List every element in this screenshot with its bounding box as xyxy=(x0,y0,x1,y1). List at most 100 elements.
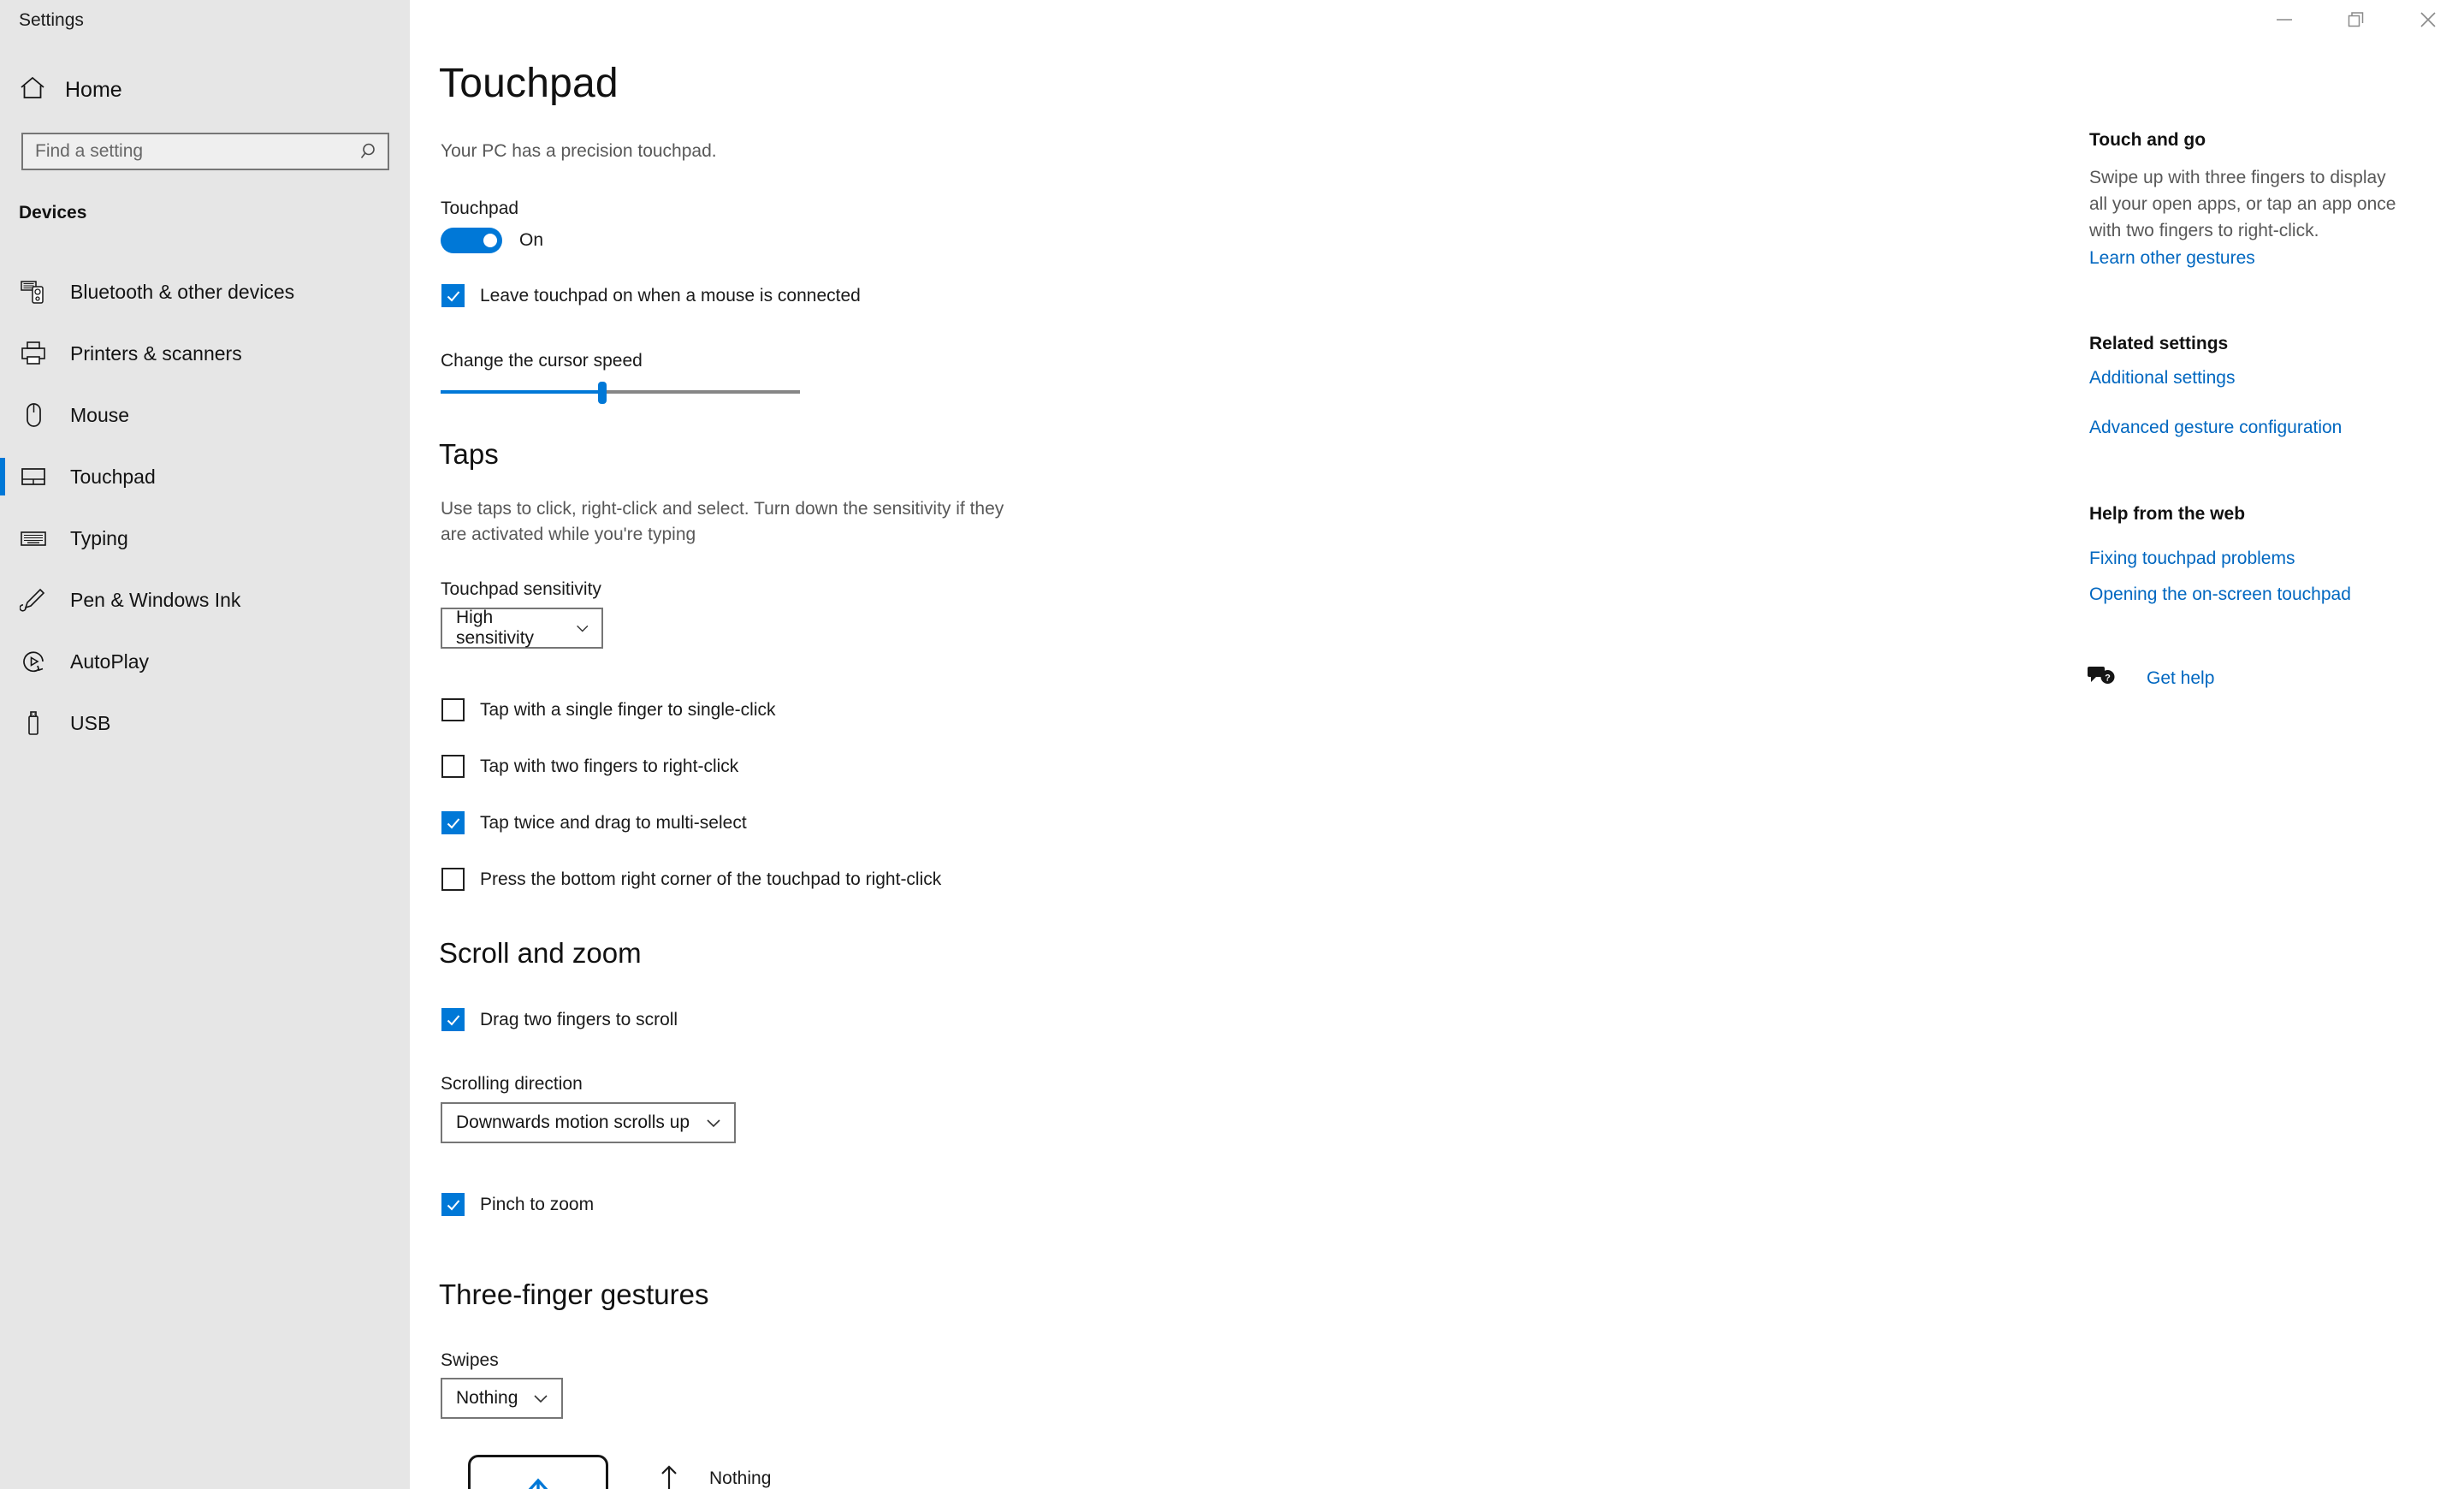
sidebar-item-label: AutoPlay xyxy=(70,650,150,673)
tap-twice-drag-checkbox-row[interactable]: Tap twice and drag to multi-select xyxy=(441,811,747,834)
search-box[interactable] xyxy=(21,133,389,170)
get-help-row[interactable]: ? Get help xyxy=(2087,663,2214,693)
minimize-button[interactable] xyxy=(2248,0,2320,39)
search-input[interactable] xyxy=(23,141,353,162)
chevron-down-icon xyxy=(576,625,588,632)
advanced-gesture-configuration-link[interactable]: Advanced gesture configuration xyxy=(2089,418,2342,438)
dropdown-value: Nothing xyxy=(456,1388,518,1408)
pinch-to-zoom-checkbox[interactable] xyxy=(441,1193,465,1216)
sidebar-item-pen-windows-ink[interactable]: Pen & Windows Ink xyxy=(0,569,410,631)
home-icon xyxy=(19,75,46,105)
swipe-legend-row: Nothing xyxy=(658,1463,771,1489)
toggle-state-label: On xyxy=(519,230,544,250)
sidebar-item-label: Touchpad xyxy=(70,465,156,488)
related-settings-heading: Related settings xyxy=(2089,334,2229,353)
checkbox-label: Leave touchpad on when a mouse is connec… xyxy=(480,285,861,306)
scroll-zoom-heading: Scroll and zoom xyxy=(439,937,642,969)
slider-fill xyxy=(441,390,602,394)
drag-two-fingers-checkbox[interactable] xyxy=(441,1008,465,1031)
sidebar-item-mouse[interactable]: Mouse xyxy=(0,384,410,446)
sidebar-item-usb[interactable]: USB xyxy=(0,692,410,754)
sidebar-item-label: Mouse xyxy=(70,403,130,426)
minimize-icon xyxy=(2277,19,2292,21)
tap-two-fingers-checkbox-row[interactable]: Tap with two fingers to right-click xyxy=(441,755,738,778)
check-icon xyxy=(447,1014,459,1026)
home-label: Home xyxy=(65,77,122,102)
page-title: Touchpad xyxy=(439,61,619,106)
scrolling-direction-dropdown[interactable]: Downwards motion scrolls up xyxy=(441,1102,736,1143)
cursor-speed-slider[interactable] xyxy=(441,379,800,405)
help-bubble-icon: ? xyxy=(2087,663,2118,693)
swipe-preview-pad xyxy=(468,1455,608,1489)
get-help-link[interactable]: Get help xyxy=(2147,668,2214,689)
autoplay-icon xyxy=(19,647,48,676)
opening-on-screen-touchpad-link[interactable]: Opening the on-screen touchpad xyxy=(2089,584,2351,605)
swipes-dropdown[interactable]: Nothing xyxy=(441,1378,563,1419)
leave-touchpad-on-checkbox[interactable] xyxy=(441,284,465,307)
touchpad-toggle[interactable] xyxy=(441,228,502,253)
taps-description: Use taps to click, right-click and selec… xyxy=(441,499,1004,545)
taps-heading: Taps xyxy=(439,438,499,470)
arrow-up-icon xyxy=(661,1465,677,1489)
bluetooth-devices-icon xyxy=(19,277,48,306)
touchpad-sensitivity-dropdown[interactable]: High sensitivity xyxy=(441,608,603,649)
tap-two-fingers-checkbox[interactable] xyxy=(441,755,465,778)
learn-other-gestures-link[interactable]: Learn other gestures xyxy=(2089,248,2255,269)
leave-touchpad-on-checkbox-row[interactable]: Leave touchpad on when a mouse is connec… xyxy=(441,284,861,307)
svg-text:?: ? xyxy=(2105,673,2111,684)
pinch-to-zoom-checkbox-row[interactable]: Pinch to zoom xyxy=(441,1193,594,1216)
keyboard-icon xyxy=(19,524,48,553)
right-rail: Touch and go Swipe up with three fingers… xyxy=(2052,0,2464,1489)
chevron-down-icon xyxy=(707,1119,720,1128)
touchpad-sensitivity-label: Touchpad sensitivity xyxy=(441,579,601,599)
check-icon xyxy=(447,290,459,302)
close-button[interactable] xyxy=(2392,0,2464,39)
slider-thumb[interactable] xyxy=(598,382,607,404)
printer-icon xyxy=(19,339,48,368)
drag-two-fingers-checkbox-row[interactable]: Drag two fingers to scroll xyxy=(441,1008,678,1031)
tap-single-finger-checkbox-row[interactable]: Tap with a single finger to single-click xyxy=(441,698,776,721)
checkbox-label: Drag two fingers to scroll xyxy=(480,1009,678,1029)
title-bar: Settings xyxy=(0,0,2464,39)
search-icon xyxy=(353,141,388,162)
help-from-web-heading: Help from the web xyxy=(2089,504,2246,524)
check-icon xyxy=(447,1199,459,1211)
sidebar-item-label: Printers & scanners xyxy=(70,341,242,365)
main-content: Touchpad Your PC has a precision touchpa… xyxy=(410,0,2052,1489)
mouse-icon xyxy=(19,400,48,430)
arrow-up-icon xyxy=(528,1478,548,1489)
sidebar-item-label: Typing xyxy=(70,526,128,549)
three-finger-gestures-heading: Three-finger gestures xyxy=(439,1278,709,1310)
window-controls xyxy=(2248,0,2464,39)
sidebar-item-touchpad[interactable]: Touchpad xyxy=(0,446,410,507)
sidebar-item-label: Bluetooth & other devices xyxy=(70,280,295,303)
tap-twice-drag-checkbox[interactable] xyxy=(441,811,465,834)
additional-settings-link[interactable]: Additional settings xyxy=(2089,368,2235,389)
sidebar-item-home[interactable]: Home xyxy=(19,73,122,107)
fixing-touchpad-problems-link[interactable]: Fixing touchpad problems xyxy=(2089,549,2295,569)
sidebar-group-title: Devices xyxy=(19,203,87,222)
checkbox-label: Pinch to zoom xyxy=(480,1194,595,1214)
sidebar-item-autoplay[interactable]: AutoPlay xyxy=(0,631,410,692)
sidebar: Home Devices xyxy=(0,0,410,1489)
restore-icon xyxy=(2348,12,2364,27)
checkbox-label: Tap with two fingers to right-click xyxy=(480,756,739,776)
press-bottom-right-corner-checkbox-row[interactable]: Press the bottom right corner of the tou… xyxy=(441,868,941,891)
pen-icon xyxy=(19,585,48,614)
cursor-speed-label: Change the cursor speed xyxy=(441,351,643,371)
sidebar-item-typing[interactable]: Typing xyxy=(0,507,410,569)
settings-window: Settings Home Find a setting Devices Blu… xyxy=(0,0,2464,1489)
restore-button[interactable] xyxy=(2320,0,2392,39)
sidebar-item-bluetooth-other-devices[interactable]: Bluetooth & other devices xyxy=(0,261,410,323)
sidebar-item-label: USB xyxy=(70,711,111,734)
touchpad-toggle-row[interactable]: On xyxy=(441,228,543,253)
checkbox-label: Tap with a single finger to single-click xyxy=(480,699,776,720)
app-title: Settings xyxy=(19,10,84,30)
touchpad-toggle-label: Touchpad xyxy=(441,199,519,218)
tap-single-finger-checkbox[interactable] xyxy=(441,698,465,721)
swipes-label: Swipes xyxy=(441,1350,499,1370)
check-icon xyxy=(447,817,459,829)
sidebar-item-label: Pen & Windows Ink xyxy=(70,588,241,611)
sidebar-item-printers-scanners[interactable]: Printers & scanners xyxy=(0,323,410,384)
press-bottom-right-corner-checkbox[interactable] xyxy=(441,868,465,891)
